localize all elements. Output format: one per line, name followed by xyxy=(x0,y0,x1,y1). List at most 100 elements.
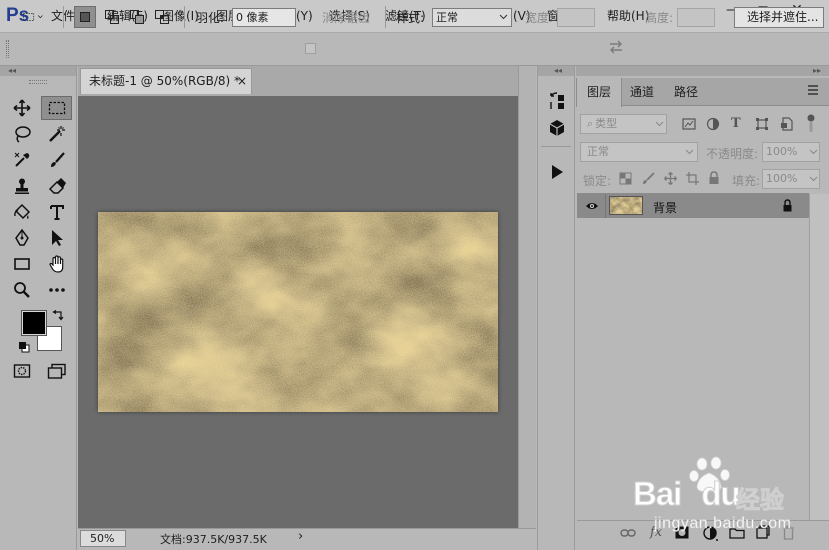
rectangle-tool[interactable] xyxy=(8,252,36,276)
pen-tool[interactable] xyxy=(8,226,36,250)
blend-mode-select[interactable]: 正常 xyxy=(580,142,698,162)
more-tools[interactable] xyxy=(43,278,71,302)
add-selection-icon xyxy=(105,10,119,24)
width-label: 宽度: xyxy=(525,11,554,25)
swap-colors-icon[interactable] xyxy=(52,309,64,325)
filter-toggle-icon[interactable] xyxy=(806,113,816,136)
subtract-selection-button[interactable] xyxy=(126,6,148,28)
eye-icon xyxy=(585,203,598,209)
swap-dimensions-icon[interactable] xyxy=(608,40,624,57)
lock-transparent-icon[interactable] xyxy=(619,172,632,188)
brush-icon xyxy=(51,152,65,167)
layer-visibility-toggle[interactable] xyxy=(578,194,606,218)
type-tool[interactable] xyxy=(43,200,71,224)
style-label: 样式: xyxy=(396,11,425,25)
document-tab[interactable]: 未标题-1 @ 50%(RGB/8) * × xyxy=(80,68,252,94)
mask-icon[interactable] xyxy=(675,526,689,542)
filter-smart-object-icon[interactable] xyxy=(780,117,794,134)
tool-preset-picker[interactable] xyxy=(22,6,44,28)
zoom-tool[interactable] xyxy=(8,278,36,302)
tab-channels[interactable]: 通道 xyxy=(620,78,664,106)
fill-label: 填充: xyxy=(732,174,761,188)
new-layer-icon[interactable] xyxy=(756,525,770,543)
layer-filter-value: 类型 xyxy=(595,117,618,130)
arrow-pointer-icon xyxy=(52,230,63,246)
lock-artboard-icon[interactable] xyxy=(686,172,699,188)
paint-bucket-tool[interactable] xyxy=(8,200,36,224)
layer-filter-select[interactable]: ⌕ 类型 xyxy=(580,114,667,134)
filter-shape-icon[interactable] xyxy=(755,117,769,134)
chevron-down-icon xyxy=(809,149,818,155)
screen-mode-button[interactable] xyxy=(43,359,71,383)
options-grip[interactable] xyxy=(6,40,9,58)
tab-paths[interactable]: 路径 xyxy=(664,78,708,106)
magic-wand-tool[interactable] xyxy=(43,122,71,146)
tools-collapse-handle[interactable]: ◂◂ xyxy=(0,66,76,76)
lock-position-icon[interactable] xyxy=(664,172,677,188)
fx-icon[interactable]: fx xyxy=(650,525,662,540)
tools-grip[interactable] xyxy=(29,80,47,84)
eraser-tool[interactable] xyxy=(43,174,71,198)
fill-value: 100% xyxy=(766,172,798,185)
style-select[interactable]: 正常 xyxy=(432,8,512,27)
tab-layers[interactable]: 图层 xyxy=(576,78,623,107)
hand-tool[interactable] xyxy=(43,252,71,276)
link-icon[interactable] xyxy=(620,527,636,542)
height-input[interactable] xyxy=(677,8,715,27)
move-tool[interactable] xyxy=(8,96,36,120)
layers-scrollbar[interactable] xyxy=(809,194,829,520)
default-colors-icon[interactable] xyxy=(18,341,30,356)
path-select-tool[interactable] xyxy=(43,226,71,250)
layer-lock-icon[interactable] xyxy=(782,199,793,215)
panel-menu-icon[interactable] xyxy=(807,84,819,99)
add-selection-button[interactable] xyxy=(101,6,123,28)
rect-marquee-tool[interactable] xyxy=(41,96,72,120)
opacity-input[interactable]: 100% xyxy=(762,142,820,162)
select-and-mask-button[interactable]: 选择并遮住... xyxy=(734,7,824,28)
status-menu-arrow[interactable]: › xyxy=(298,529,303,544)
lasso-tool[interactable] xyxy=(8,122,36,146)
brush-tool[interactable] xyxy=(43,148,71,172)
document-tab-close-icon[interactable]: × xyxy=(237,69,247,94)
layer-name[interactable]: 背景 xyxy=(653,199,677,216)
type-icon xyxy=(50,205,64,220)
menu-help[interactable]: 帮助(H) xyxy=(607,0,649,32)
actions-panel-button[interactable] xyxy=(545,161,569,183)
options-bar xyxy=(0,32,829,66)
new-selection-button[interactable] xyxy=(74,6,96,28)
quick-mask-icon xyxy=(13,364,31,378)
gold-texture-canvas[interactable] xyxy=(98,212,498,412)
pen-icon xyxy=(15,229,29,246)
width-input[interactable] xyxy=(557,8,595,27)
properties-panel-button[interactable] xyxy=(545,117,569,139)
group-icon[interactable] xyxy=(729,527,745,542)
foreground-color-swatch[interactable] xyxy=(21,310,47,336)
intersect-selection-button[interactable] xyxy=(151,6,173,28)
lock-all-icon[interactable] xyxy=(708,171,720,188)
canvas-vertical-scrollbar[interactable] xyxy=(518,66,536,550)
new-selection-icon xyxy=(80,12,90,22)
layers-collapse-handle[interactable]: ▸▸ xyxy=(576,66,829,76)
stamp-tool[interactable] xyxy=(8,174,36,198)
fill-input[interactable]: 100% xyxy=(762,169,820,189)
history-panel-button[interactable] xyxy=(545,90,569,112)
feather-label: 羽化: xyxy=(196,11,225,25)
antialias-label: 消除锯齿 xyxy=(322,11,371,25)
document-size-info[interactable]: 文档:937.5K/937.5K xyxy=(160,531,267,547)
chevron-down-icon xyxy=(655,121,664,127)
antialias-checkbox[interactable] xyxy=(305,43,316,54)
trash-icon[interactable] xyxy=(782,525,795,543)
height-label: 高度: xyxy=(645,11,674,25)
filter-adjustment-icon[interactable] xyxy=(706,117,720,134)
feather-input[interactable]: 0 像素 xyxy=(232,8,296,27)
filter-type-icon[interactable]: T xyxy=(731,116,741,131)
quick-mask-button[interactable] xyxy=(8,359,36,383)
filter-pixel-icon[interactable] xyxy=(682,117,696,134)
lock-pixels-icon[interactable] xyxy=(642,172,655,188)
lasso-icon xyxy=(15,126,31,143)
strip-collapse-handle[interactable]: ◂◂ xyxy=(538,66,574,76)
zoom-level-field[interactable]: 50% xyxy=(80,530,126,547)
adjustment-icon[interactable] xyxy=(703,526,719,545)
eraser-icon xyxy=(48,178,66,194)
eyedropper-tool[interactable] xyxy=(8,148,36,172)
